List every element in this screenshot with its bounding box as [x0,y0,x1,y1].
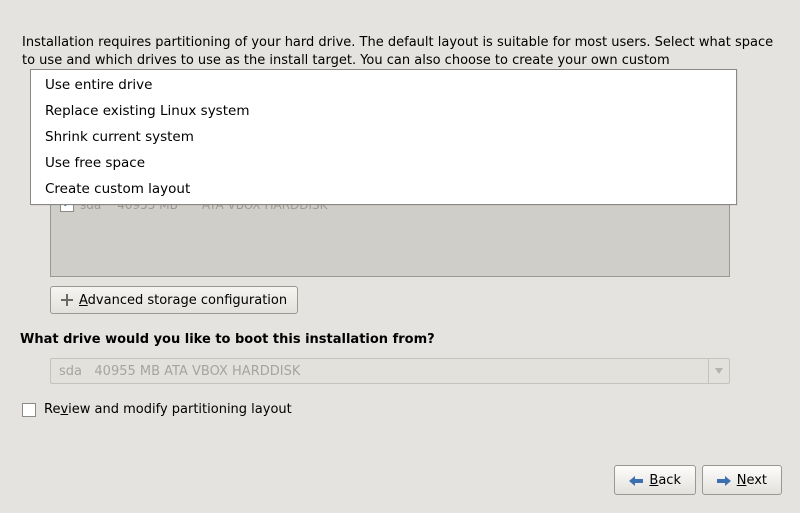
advanced-storage-button[interactable]: Advanced storage configuration [50,286,298,314]
boot-drive-combo[interactable]: sda 40955 MB ATA VBOX HARDDISK [50,358,730,384]
dropdown-item-shrink-current[interactable]: Shrink current system [31,124,736,150]
review-partitioning-row[interactable]: Review and modify partitioning layout [22,402,292,417]
arrow-right-icon [717,475,731,485]
dropdown-item-replace-linux[interactable]: Replace existing Linux system [31,98,736,124]
chevron-down-icon [708,359,729,383]
intro-text: Installation requires partitioning of yo… [22,34,778,70]
review-checkbox[interactable] [22,403,36,417]
back-button[interactable]: Back [614,465,696,495]
boot-drive-value: sda 40955 MB ATA VBOX HARDDISK [59,364,300,379]
dropdown-item-use-entire-drive[interactable]: Use entire drive [31,72,736,98]
boot-drive-label: What drive would you like to boot this i… [20,332,435,347]
dropdown-item-create-custom-layout[interactable]: Create custom layout [31,176,736,202]
advanced-storage-label: Advanced storage configuration [79,293,287,308]
next-label: Next [737,473,767,488]
review-label: Review and modify partitioning layout [44,402,292,417]
plus-icon [61,294,73,306]
next-button[interactable]: Next [702,465,782,495]
arrow-left-icon [629,475,643,485]
back-label: Back [649,473,681,488]
dropdown-item-use-free-space[interactable]: Use free space [31,150,736,176]
partition-scheme-dropdown[interactable]: Use entire drive Replace existing Linux … [30,69,737,205]
